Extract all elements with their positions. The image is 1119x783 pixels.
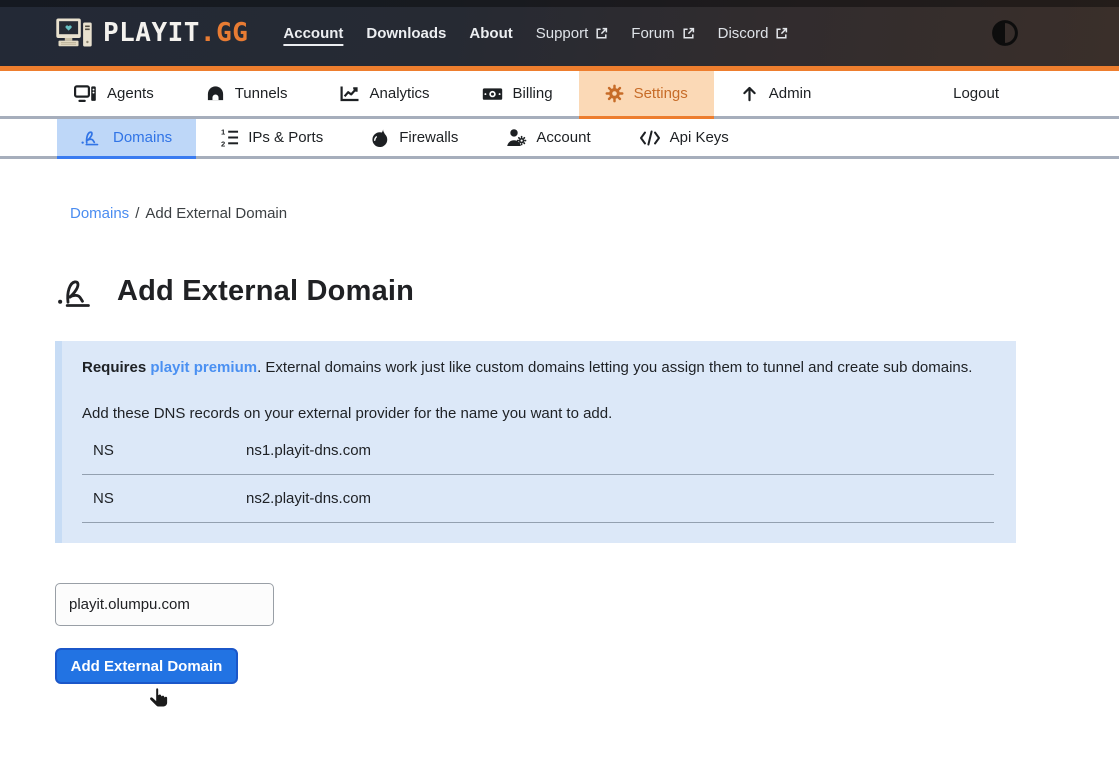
subtab-label: Account <box>536 129 590 146</box>
tab-analytics[interactable]: Analytics <box>314 71 456 116</box>
tab-label: Settings <box>634 85 688 102</box>
tab-label: Admin <box>769 85 812 102</box>
external-link-icon <box>595 27 608 40</box>
tab-billing[interactable]: Billing <box>456 71 579 116</box>
tab-label: Agents <box>107 85 154 102</box>
requires-label: Requires <box>82 359 146 376</box>
subtab-label: Domains <box>113 129 172 146</box>
top-links: Account Downloads About Support Forum <box>283 25 788 42</box>
subtab-domains[interactable]: Domains <box>57 119 196 156</box>
tab-label: Billing <box>513 85 553 102</box>
domain-name-input[interactable] <box>55 583 274 626</box>
header-link-forum[interactable]: Forum <box>631 25 694 42</box>
header-link-support[interactable]: Support <box>536 25 609 42</box>
mouse-cursor <box>146 685 172 711</box>
ordered-list-icon: 1 2 <box>220 128 239 147</box>
page: PLAYIT.GG Account Downloads About Suppor… <box>0 0 1119 783</box>
retro-computer-icon <box>55 17 93 50</box>
record-value: ns2.playit-dns.com <box>246 490 994 507</box>
external-link-icon <box>775 27 788 40</box>
title-row: Add External Domain <box>57 275 1119 308</box>
notice-description: . External domains work just like custom… <box>257 359 972 376</box>
premium-notice-panel: Requires playit premium. External domain… <box>55 341 1016 543</box>
svg-text:2: 2 <box>221 140 225 147</box>
code-icon <box>639 130 661 146</box>
header-link-account[interactable]: Account <box>283 25 343 42</box>
dns-instruction: Add these DNS records on your external p… <box>82 402 994 426</box>
tab-admin[interactable]: Admin <box>714 71 838 116</box>
record-value: ns1.playit-dns.com <box>246 442 994 459</box>
dns-records-table: NS ns1.playit-dns.com NS ns2.playit-dns.… <box>82 427 994 523</box>
theme-toggle-icon[interactable] <box>991 19 1019 47</box>
subtab-api-keys[interactable]: Api Keys <box>615 119 753 156</box>
breadcrumb-separator: / <box>135 205 139 222</box>
playit-premium-link[interactable]: playit premium <box>150 359 257 376</box>
header-link-about[interactable]: About <box>469 25 512 42</box>
breadcrumb-domains-link[interactable]: Domains <box>70 205 129 222</box>
svg-text:1: 1 <box>221 128 226 137</box>
subtab-label: Api Keys <box>670 129 729 146</box>
logout-button[interactable]: Logout <box>953 71 999 116</box>
subtab-label: IPs & Ports <box>248 129 323 146</box>
subtab-account[interactable]: Account <box>482 119 614 156</box>
tunnel-icon <box>206 84 225 103</box>
signature-icon <box>57 276 101 308</box>
main-nav: Agents Tunnels Analytics <box>0 71 1119 119</box>
money-bill-icon <box>482 85 503 103</box>
gear-icon <box>605 84 624 103</box>
external-link-icon <box>682 27 695 40</box>
chart-line-icon <box>340 85 360 102</box>
user-gear-icon <box>506 128 527 147</box>
tab-settings[interactable]: Settings <box>579 71 714 116</box>
desktop-icon <box>74 85 97 103</box>
fireball-icon <box>371 128 390 148</box>
dns-record-row: NS ns1.playit-dns.com <box>82 427 994 475</box>
tab-tunnels[interactable]: Tunnels <box>180 71 314 116</box>
header-link-downloads[interactable]: Downloads <box>366 25 446 42</box>
logo-text: PLAYIT.GG <box>103 18 248 48</box>
breadcrumb: Domains / Add External Domain <box>70 205 1119 223</box>
notice-requires-line: Requires playit premium. External domain… <box>82 356 994 380</box>
top-bar: PLAYIT.GG Account Downloads About Suppor… <box>0 0 1119 66</box>
record-type: NS <box>82 490 246 507</box>
arrow-up-icon <box>740 84 759 103</box>
subtab-firewalls[interactable]: Firewalls <box>347 119 482 156</box>
page-title: Add External Domain <box>117 275 414 308</box>
subtab-ips-ports[interactable]: 1 2 IPs & Ports <box>196 119 347 156</box>
record-type: NS <box>82 442 246 459</box>
tab-agents[interactable]: Agents <box>48 71 180 116</box>
breadcrumb-current: Add External Domain <box>145 205 287 222</box>
dns-record-row: NS ns2.playit-dns.com <box>82 475 994 523</box>
settings-sub-nav: Domains 1 2 IPs & Ports <box>0 119 1119 159</box>
signature-icon <box>81 129 104 146</box>
add-external-domain-button[interactable]: Add External Domain <box>55 648 238 684</box>
subtab-label: Firewalls <box>399 129 458 146</box>
playit-logo[interactable]: PLAYIT.GG <box>55 17 248 50</box>
tab-label: Analytics <box>370 85 430 102</box>
tab-label: Tunnels <box>235 85 288 102</box>
header-link-discord[interactable]: Discord <box>718 25 789 42</box>
